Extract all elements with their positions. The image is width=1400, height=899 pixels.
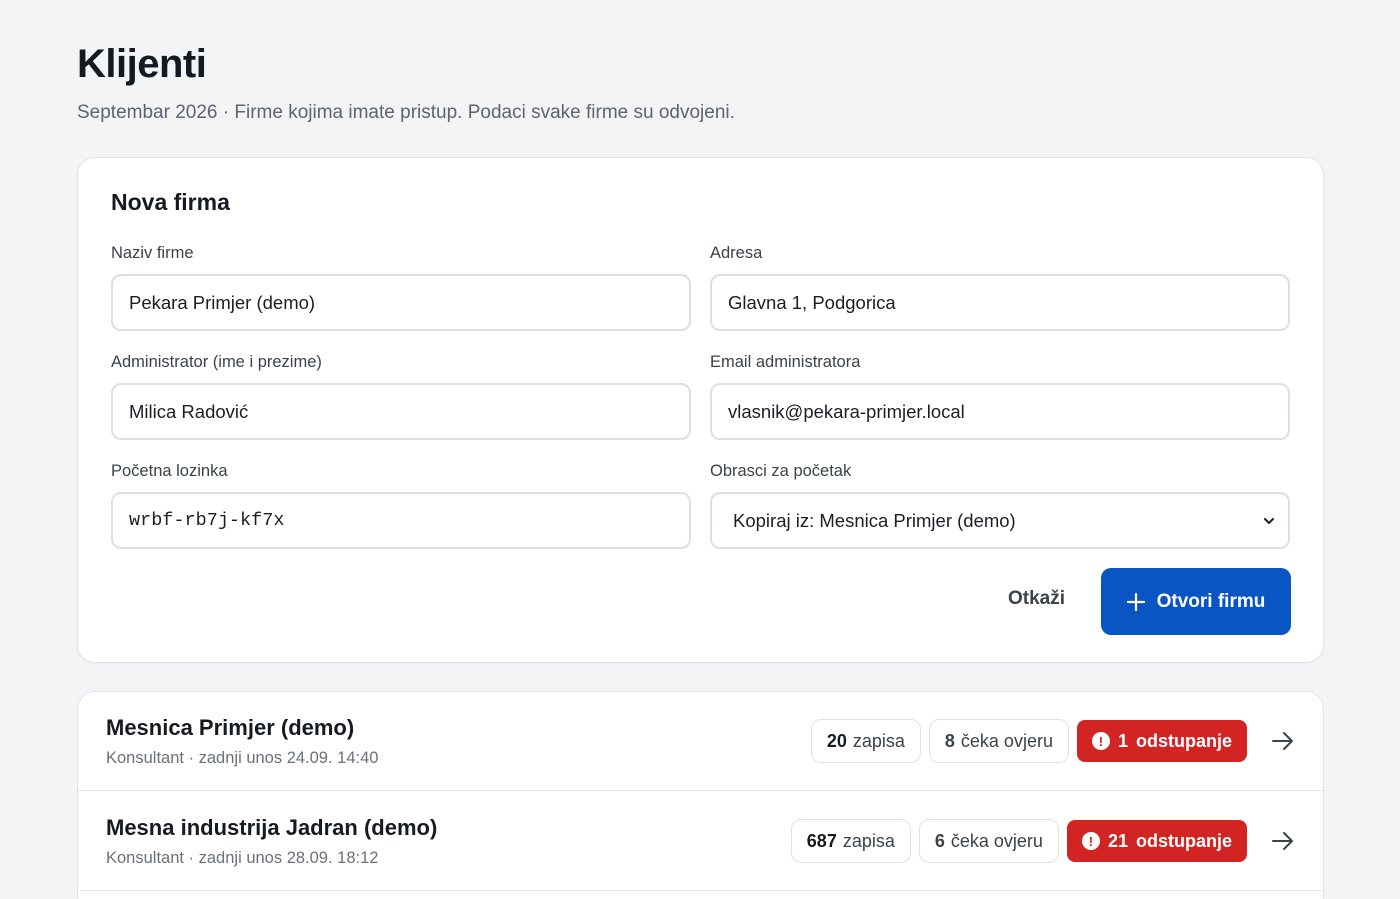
- company-name-field: Naziv firme Pekara Primjer (demo): [111, 242, 691, 331]
- pending-label: čeka ovjeru: [950, 830, 1043, 851]
- client-stats: 20 zapisa 8 čeka ovjeru ! 1 odstupanje: [810, 719, 1247, 763]
- company-name-input[interactable]: Pekara Primjer (demo): [111, 274, 691, 331]
- deviations-count: 1: [1117, 730, 1128, 751]
- arrow-right-icon[interactable]: [1271, 731, 1295, 751]
- admin-email-label: Email administratora: [710, 353, 861, 371]
- admin-name-label: Administrator (ime i prezime): [111, 353, 322, 371]
- deviations-badge: ! 21 odstupanje: [1066, 820, 1247, 862]
- client-row[interactable]: Mesnica Primjer (demo) Konsultant · zadn…: [78, 692, 1323, 791]
- client-meta: Konsultant · zadnji unos 28.09. 18:12: [106, 849, 379, 867]
- password-label: Početna lozinka: [111, 462, 228, 480]
- templates-field: Obrasci za početak Kopiraj iz: Mesnica P…: [710, 460, 1290, 549]
- deviations-label: odstupanje: [1135, 830, 1232, 851]
- plus-icon: [1126, 592, 1145, 611]
- client-name: Mesna industrija Jadran (demo): [106, 815, 438, 840]
- templates-select-value: Kopiraj iz: Mesnica Primjer (demo): [733, 510, 1016, 531]
- address-field: Adresa Glavna 1, Podgorica: [710, 242, 1290, 331]
- form-title: Nova firma: [111, 189, 230, 215]
- company-name-label: Naziv firme: [111, 244, 194, 262]
- admin-email-input[interactable]: vlasnik@pekara-primjer.local: [710, 383, 1290, 440]
- cancel-button[interactable]: Otkaži: [1008, 588, 1065, 610]
- records-chip: 20 zapisa: [810, 719, 921, 763]
- alert-icon: !: [1091, 732, 1110, 750]
- client-row[interactable]: Mesna industrija Jadran (demo) Konsultan…: [78, 792, 1323, 891]
- alert-icon: !: [1081, 832, 1100, 850]
- address-input[interactable]: Glavna 1, Podgorica: [710, 274, 1290, 331]
- records-label: zapisa: [852, 730, 905, 751]
- deviations-badge: ! 1 odstupanje: [1076, 720, 1247, 762]
- admin-name-input[interactable]: Milica Radović: [111, 383, 691, 440]
- address-label: Adresa: [710, 244, 763, 262]
- pending-chip: 8 čeka ovjeru: [928, 719, 1069, 763]
- pending-chip: 6 čeka ovjeru: [918, 819, 1059, 863]
- arrow-right-icon[interactable]: [1271, 831, 1295, 851]
- records-count: 20: [826, 730, 847, 751]
- client-meta: Konsultant · zadnji unos 24.09. 14:40: [106, 749, 379, 767]
- password-field: Početna lozinka wrbf-rb7j-kf7x: [111, 460, 691, 549]
- admin-email-field: Email administratora vlasnik@pekara-prim…: [710, 351, 1290, 440]
- client-stats: 687 zapisa 6 čeka ovjeru ! 21 odstupanje: [790, 819, 1247, 863]
- chevron-down-icon: [1264, 518, 1274, 524]
- deviations-count: 21: [1107, 830, 1128, 851]
- templates-select[interactable]: Kopiraj iz: Mesnica Primjer (demo): [710, 492, 1290, 549]
- templates-label: Obrasci za početak: [710, 462, 852, 480]
- records-label: zapisa: [842, 830, 895, 851]
- new-company-form: Nova firma Naziv firme Pekara Primjer (d…: [77, 157, 1324, 663]
- records-count: 687: [806, 830, 837, 851]
- page-title: Klijenti: [77, 42, 207, 86]
- open-company-label: Otvori firmu: [1156, 590, 1266, 612]
- pending-label: čeka ovjeru: [960, 730, 1053, 751]
- pending-count: 6: [934, 830, 945, 851]
- deviations-label: odstupanje: [1135, 730, 1232, 751]
- page-subtitle: Septembar 2026 · Firme kojima imate pris…: [77, 102, 735, 123]
- open-company-button[interactable]: Otvori firmu: [1101, 568, 1291, 635]
- admin-name-field: Administrator (ime i prezime) Milica Rad…: [111, 351, 691, 440]
- records-chip: 687 zapisa: [790, 819, 911, 863]
- password-input[interactable]: wrbf-rb7j-kf7x: [111, 492, 691, 549]
- pending-count: 8: [944, 730, 955, 751]
- client-list: Mesnica Primjer (demo) Konsultant · zadn…: [77, 691, 1324, 899]
- client-name: Mesnica Primjer (demo): [106, 715, 355, 740]
